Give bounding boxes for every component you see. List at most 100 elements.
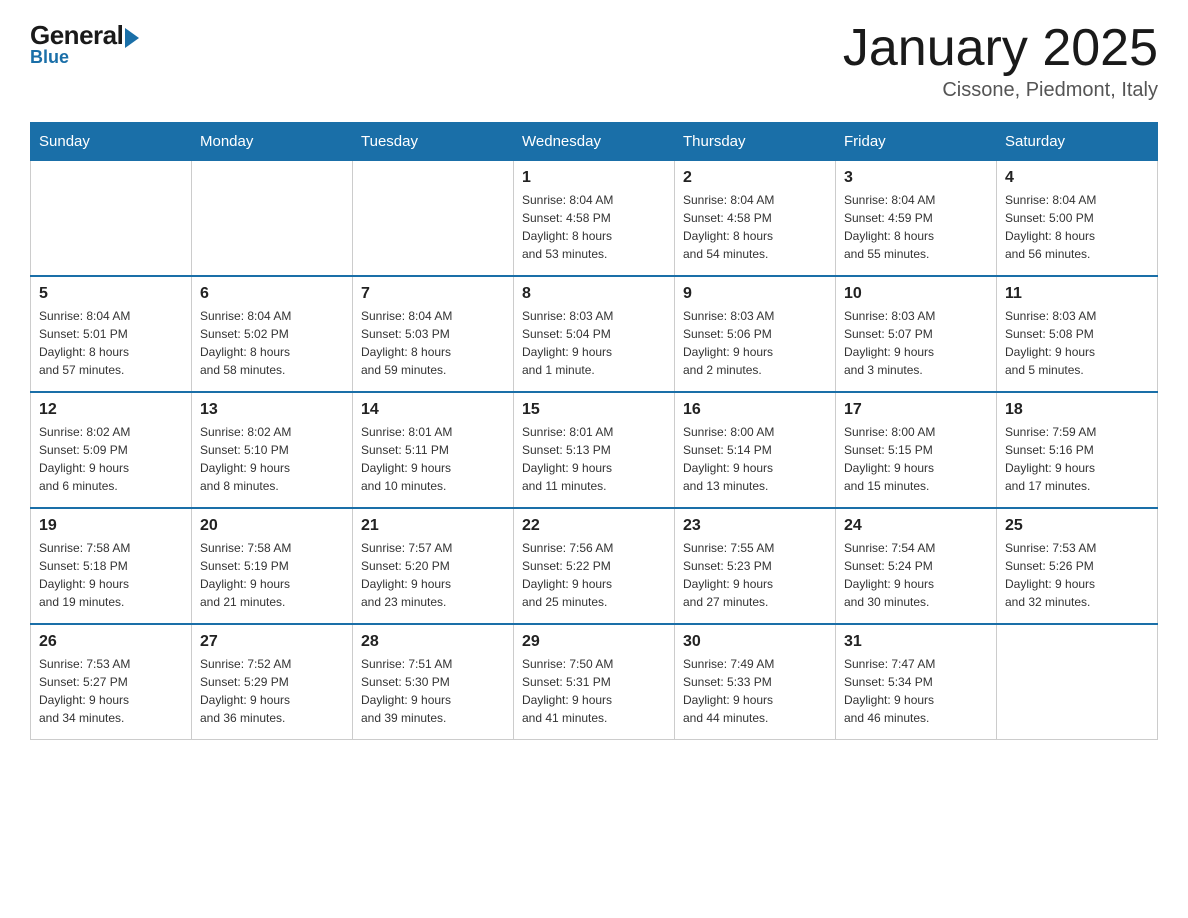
calendar-cell: 25 Sunrise: 7:53 AM Sunset: 5:26 PM Dayli… — [997, 508, 1158, 624]
day-number: 7 — [361, 285, 505, 303]
day-info: Sunrise: 8:02 AM Sunset: 5:10 PM Dayligh… — [200, 423, 344, 495]
calendar-cell: 16Sunrise: 8:00 AM Sunset: 5:14 PM Dayli… — [675, 392, 836, 508]
header-sunday: Sunday — [31, 123, 192, 161]
day-number: 8 — [522, 285, 666, 303]
calendar-cell: 29Sunrise: 7:50 AM Sunset: 5:31 PM Dayli… — [514, 624, 675, 740]
calendar-header: Sunday Monday Tuesday Wednesday Thursday… — [31, 123, 1158, 161]
day-number: 13 — [200, 401, 344, 419]
day-info: Sunrise: 8:03 AM Sunset: 5:04 PM Dayligh… — [522, 307, 666, 379]
day-info: Sunrise: 7:54 AM Sunset: 5:24 PM Dayligh… — [844, 539, 988, 611]
calendar-cell — [353, 161, 514, 277]
day-number: 10 — [844, 285, 988, 303]
day-number: 20 — [200, 517, 344, 535]
day-info: Sunrise: 7:56 AM Sunset: 5:22 PM Dayligh… — [522, 539, 666, 611]
day-info: Sunrise: 8:01 AM Sunset: 5:11 PM Dayligh… — [361, 423, 505, 495]
day-number: 17 — [844, 401, 988, 419]
day-info: Sunrise: 8:00 AM Sunset: 5:15 PM Dayligh… — [844, 423, 988, 495]
calendar-week-5: 26 Sunrise: 7:53 AM Sunset: 5:27 PM Dayli… — [31, 624, 1158, 740]
day-info: Sunrise: 7:53 AM Sunset: 5:26 PM Dayligh… — [1005, 539, 1149, 611]
calendar-cell — [192, 161, 353, 277]
day-number: 1 — [522, 169, 666, 187]
day-number: 5 — [39, 285, 183, 303]
calendar-week-1: 1 Sunrise: 8:04 AM Sunset: 4:58 PM Daylig… — [31, 161, 1158, 277]
header-friday: Friday — [836, 123, 997, 161]
calendar-week-3: 12 Sunrise: 8:02 AM Sunset: 5:09 PM Dayli… — [31, 392, 1158, 508]
header-wednesday: Wednesday — [514, 123, 675, 161]
day-info: Sunrise: 8:02 AM Sunset: 5:09 PM Dayligh… — [39, 423, 183, 495]
logo-blue-text: Blue — [30, 47, 69, 68]
header-saturday: Saturday — [997, 123, 1158, 161]
day-info: Sunrise: 7:58 AM Sunset: 5:19 PM Dayligh… — [200, 539, 344, 611]
day-number: 28 — [361, 633, 505, 651]
calendar-cell: 27Sunrise: 7:52 AM Sunset: 5:29 PM Dayli… — [192, 624, 353, 740]
month-title: January 2025 — [843, 20, 1158, 77]
header-row: Sunday Monday Tuesday Wednesday Thursday… — [31, 123, 1158, 161]
calendar-cell: 19 Sunrise: 7:58 AM Sunset: 5:18 PM Dayli… — [31, 508, 192, 624]
day-info: Sunrise: 8:03 AM Sunset: 5:07 PM Dayligh… — [844, 307, 988, 379]
day-number: 23 — [683, 517, 827, 535]
day-info: Sunrise: 8:03 AM Sunset: 5:06 PM Dayligh… — [683, 307, 827, 379]
location-text: Cissone, Piedmont, Italy — [843, 79, 1158, 102]
calendar-body: 1 Sunrise: 8:04 AM Sunset: 4:58 PM Daylig… — [31, 161, 1158, 740]
day-number: 31 — [844, 633, 988, 651]
calendar-cell: 7 Sunrise: 8:04 AM Sunset: 5:03 PM Daylig… — [353, 276, 514, 392]
day-info: Sunrise: 7:50 AM Sunset: 5:31 PM Dayligh… — [522, 655, 666, 727]
calendar-cell: 17 Sunrise: 8:00 AM Sunset: 5:15 PM Dayli… — [836, 392, 997, 508]
day-number: 4 — [1005, 169, 1149, 187]
calendar-cell: 14 Sunrise: 8:01 AM Sunset: 5:11 PM Dayli… — [353, 392, 514, 508]
day-info: Sunrise: 8:04 AM Sunset: 4:58 PM Dayligh… — [683, 191, 827, 263]
calendar-cell: 6 Sunrise: 8:04 AM Sunset: 5:02 PM Daylig… — [192, 276, 353, 392]
day-number: 3 — [844, 169, 988, 187]
day-info: Sunrise: 7:51 AM Sunset: 5:30 PM Dayligh… — [361, 655, 505, 727]
calendar-cell: 12 Sunrise: 8:02 AM Sunset: 5:09 PM Dayli… — [31, 392, 192, 508]
day-number: 11 — [1005, 285, 1149, 303]
day-info: Sunrise: 8:04 AM Sunset: 5:02 PM Dayligh… — [200, 307, 344, 379]
day-number: 6 — [200, 285, 344, 303]
calendar-cell: 11 Sunrise: 8:03 AM Sunset: 5:08 PM Dayli… — [997, 276, 1158, 392]
day-info: Sunrise: 8:04 AM Sunset: 5:03 PM Dayligh… — [361, 307, 505, 379]
calendar-cell: 9 Sunrise: 8:03 AM Sunset: 5:06 PM Daylig… — [675, 276, 836, 392]
calendar-cell: 13 Sunrise: 8:02 AM Sunset: 5:10 PM Dayli… — [192, 392, 353, 508]
day-info: Sunrise: 7:58 AM Sunset: 5:18 PM Dayligh… — [39, 539, 183, 611]
logo: General Blue — [30, 20, 139, 68]
calendar-cell: 18Sunrise: 7:59 AM Sunset: 5:16 PM Dayli… — [997, 392, 1158, 508]
day-info: Sunrise: 8:04 AM Sunset: 4:58 PM Dayligh… — [522, 191, 666, 263]
calendar-cell: 15Sunrise: 8:01 AM Sunset: 5:13 PM Dayli… — [514, 392, 675, 508]
calendar-cell: 31 Sunrise: 7:47 AM Sunset: 5:34 PM Dayli… — [836, 624, 997, 740]
calendar-cell: 5 Sunrise: 8:04 AM Sunset: 5:01 PM Daylig… — [31, 276, 192, 392]
calendar-cell: 8 Sunrise: 8:03 AM Sunset: 5:04 PM Daylig… — [514, 276, 675, 392]
day-number: 30 — [683, 633, 827, 651]
day-info: Sunrise: 8:00 AM Sunset: 5:14 PM Dayligh… — [683, 423, 827, 495]
header-thursday: Thursday — [675, 123, 836, 161]
calendar-cell: 26 Sunrise: 7:53 AM Sunset: 5:27 PM Dayli… — [31, 624, 192, 740]
day-info: Sunrise: 8:03 AM Sunset: 5:08 PM Dayligh… — [1005, 307, 1149, 379]
day-info: Sunrise: 7:52 AM Sunset: 5:29 PM Dayligh… — [200, 655, 344, 727]
calendar-cell: 23Sunrise: 7:55 AM Sunset: 5:23 PM Dayli… — [675, 508, 836, 624]
day-info: Sunrise: 8:01 AM Sunset: 5:13 PM Dayligh… — [522, 423, 666, 495]
calendar-cell: 30Sunrise: 7:49 AM Sunset: 5:33 PM Dayli… — [675, 624, 836, 740]
day-number: 19 — [39, 517, 183, 535]
calendar-cell — [31, 161, 192, 277]
day-info: Sunrise: 8:04 AM Sunset: 4:59 PM Dayligh… — [844, 191, 988, 263]
day-number: 25 — [1005, 517, 1149, 535]
calendar-cell: 21Sunrise: 7:57 AM Sunset: 5:20 PM Dayli… — [353, 508, 514, 624]
day-number: 9 — [683, 285, 827, 303]
calendar-week-2: 5 Sunrise: 8:04 AM Sunset: 5:01 PM Daylig… — [31, 276, 1158, 392]
calendar-cell: 4 Sunrise: 8:04 AM Sunset: 5:00 PM Daylig… — [997, 161, 1158, 277]
day-info: Sunrise: 7:53 AM Sunset: 5:27 PM Dayligh… — [39, 655, 183, 727]
header-tuesday: Tuesday — [353, 123, 514, 161]
day-info: Sunrise: 8:04 AM Sunset: 5:00 PM Dayligh… — [1005, 191, 1149, 263]
day-number: 14 — [361, 401, 505, 419]
header-monday: Monday — [192, 123, 353, 161]
day-info: Sunrise: 7:59 AM Sunset: 5:16 PM Dayligh… — [1005, 423, 1149, 495]
calendar-cell: 22Sunrise: 7:56 AM Sunset: 5:22 PM Dayli… — [514, 508, 675, 624]
day-number: 2 — [683, 169, 827, 187]
day-info: Sunrise: 7:47 AM Sunset: 5:34 PM Dayligh… — [844, 655, 988, 727]
calendar-week-4: 19 Sunrise: 7:58 AM Sunset: 5:18 PM Dayli… — [31, 508, 1158, 624]
day-info: Sunrise: 8:04 AM Sunset: 5:01 PM Dayligh… — [39, 307, 183, 379]
day-number: 21 — [361, 517, 505, 535]
day-number: 12 — [39, 401, 183, 419]
calendar-cell: 28 Sunrise: 7:51 AM Sunset: 5:30 PM Dayli… — [353, 624, 514, 740]
day-number: 24 — [844, 517, 988, 535]
day-number: 26 — [39, 633, 183, 651]
